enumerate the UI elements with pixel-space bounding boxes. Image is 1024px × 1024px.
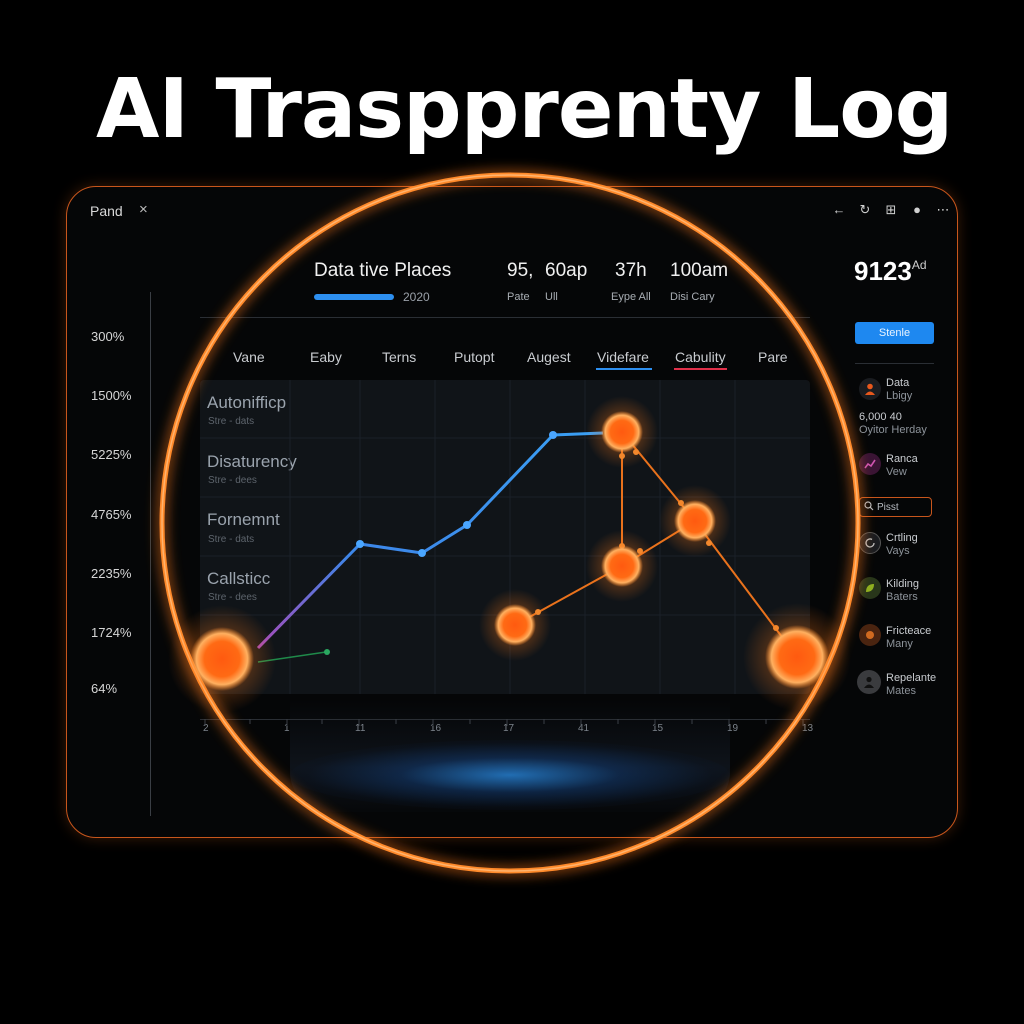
stat-value: 95, [507, 260, 534, 281]
row-title: Fornemnt [207, 510, 280, 529]
tab-videfare[interactable]: Videfare [597, 349, 649, 365]
x-tick-label: 15 [652, 723, 664, 734]
side-item-fricteace[interactable]: Fricteace Many [886, 625, 931, 651]
refresh-icon [859, 532, 881, 554]
row-title: Autonifficp [207, 393, 287, 412]
y-tick-label: 2235% [91, 566, 132, 581]
side-item-count: 6,000 40 Oyitor Herday [859, 411, 927, 436]
chart-panel [200, 380, 810, 694]
tab-augest[interactable]: Augest [527, 349, 571, 365]
start-button[interactable]: Stenle [855, 322, 934, 344]
tab-cabulity-indicator [674, 368, 727, 370]
chart-glow [290, 740, 730, 810]
y-tick-label: 1724% [91, 625, 132, 640]
x-tick-label: 13 [802, 723, 814, 734]
search-label: Pisst [877, 501, 899, 513]
stat-label: Eype All [611, 291, 651, 303]
side-item-data[interactable]: Data Lbigy [886, 377, 912, 403]
tab-vane[interactable]: Vane [233, 349, 265, 365]
row-title: Disaturency [207, 452, 297, 471]
x-tick-label: 2 [203, 723, 209, 734]
window-controls: ← ↻ ⊞ ● ⋯ [832, 202, 950, 218]
status-dot-icon[interactable]: ● [910, 202, 924, 218]
x-tick-label: 11 [355, 723, 366, 734]
total-value-unit: Ad [911, 258, 927, 272]
side-item-repelante[interactable]: Repelante Mates [886, 672, 936, 698]
y-axis-line [150, 292, 151, 816]
row-subtitle: Stre - dats [208, 534, 255, 545]
page-title: AI Traspprenty Log [96, 62, 953, 157]
grid-icon[interactable]: ⊞ [884, 202, 898, 218]
stat-label: Ull [545, 291, 558, 303]
search-icon [864, 500, 874, 514]
person-icon [859, 378, 881, 400]
header-year: 2020 [403, 290, 430, 304]
chart-icon [859, 453, 881, 475]
y-tick-label: 1500% [91, 388, 132, 403]
window-title: Pand [90, 203, 123, 219]
leaf-icon [859, 577, 881, 599]
row-title: Callsticc [207, 569, 271, 588]
x-tick-label: 41 [578, 723, 590, 734]
x-tick-label: 1 [284, 723, 290, 734]
refresh-icon[interactable]: ↻ [858, 202, 872, 218]
header-progress-bar [314, 294, 394, 300]
stat-label: Disi Cary [670, 291, 715, 303]
stat-label: Pate [507, 291, 530, 303]
side-item-kilding[interactable]: Kilding Baters [886, 578, 919, 604]
more-icon[interactable]: ⋯ [936, 202, 950, 218]
header-divider [200, 317, 810, 318]
tab-cabulity[interactable]: Cabulity [675, 349, 726, 365]
y-tick-label: 64% [91, 681, 118, 696]
stat-value: 100am [670, 260, 729, 281]
header-label: Data tive Places [314, 260, 452, 281]
row-subtitle: Stre - dats [208, 416, 255, 427]
y-tick-label: 300% [91, 329, 125, 344]
tab-pare[interactable]: Pare [758, 349, 788, 365]
x-tick-label: 17 [503, 723, 515, 734]
row-subtitle: Stre - dees [208, 475, 257, 486]
total-value: 9123Ad [854, 256, 927, 286]
stat-value: 37h [615, 260, 647, 281]
x-axis-line [200, 719, 810, 720]
stat-value: 60ap [545, 260, 588, 281]
side-divider [855, 363, 934, 364]
y-tick-label: 4765% [91, 507, 132, 522]
tab-eaby[interactable]: Eaby [310, 349, 342, 365]
close-icon[interactable]: × [139, 201, 148, 218]
tab-putopt[interactable]: Putopt [454, 349, 494, 365]
side-item-crtling[interactable]: Crtling Vays [886, 532, 918, 558]
side-item-ranca[interactable]: Ranca Vew [886, 453, 918, 479]
user-icon [857, 670, 881, 694]
tab-terns[interactable]: Terns [382, 349, 416, 365]
search-input[interactable]: Pisst [859, 497, 932, 517]
back-icon[interactable]: ← [832, 202, 846, 218]
row-subtitle: Stre - dees [208, 592, 257, 603]
tab-videfare-indicator [596, 368, 652, 370]
y-tick-label: 5225% [91, 447, 132, 462]
x-tick-label: 16 [430, 723, 442, 734]
dot-icon [859, 624, 881, 646]
x-tick-label: 19 [727, 723, 739, 734]
